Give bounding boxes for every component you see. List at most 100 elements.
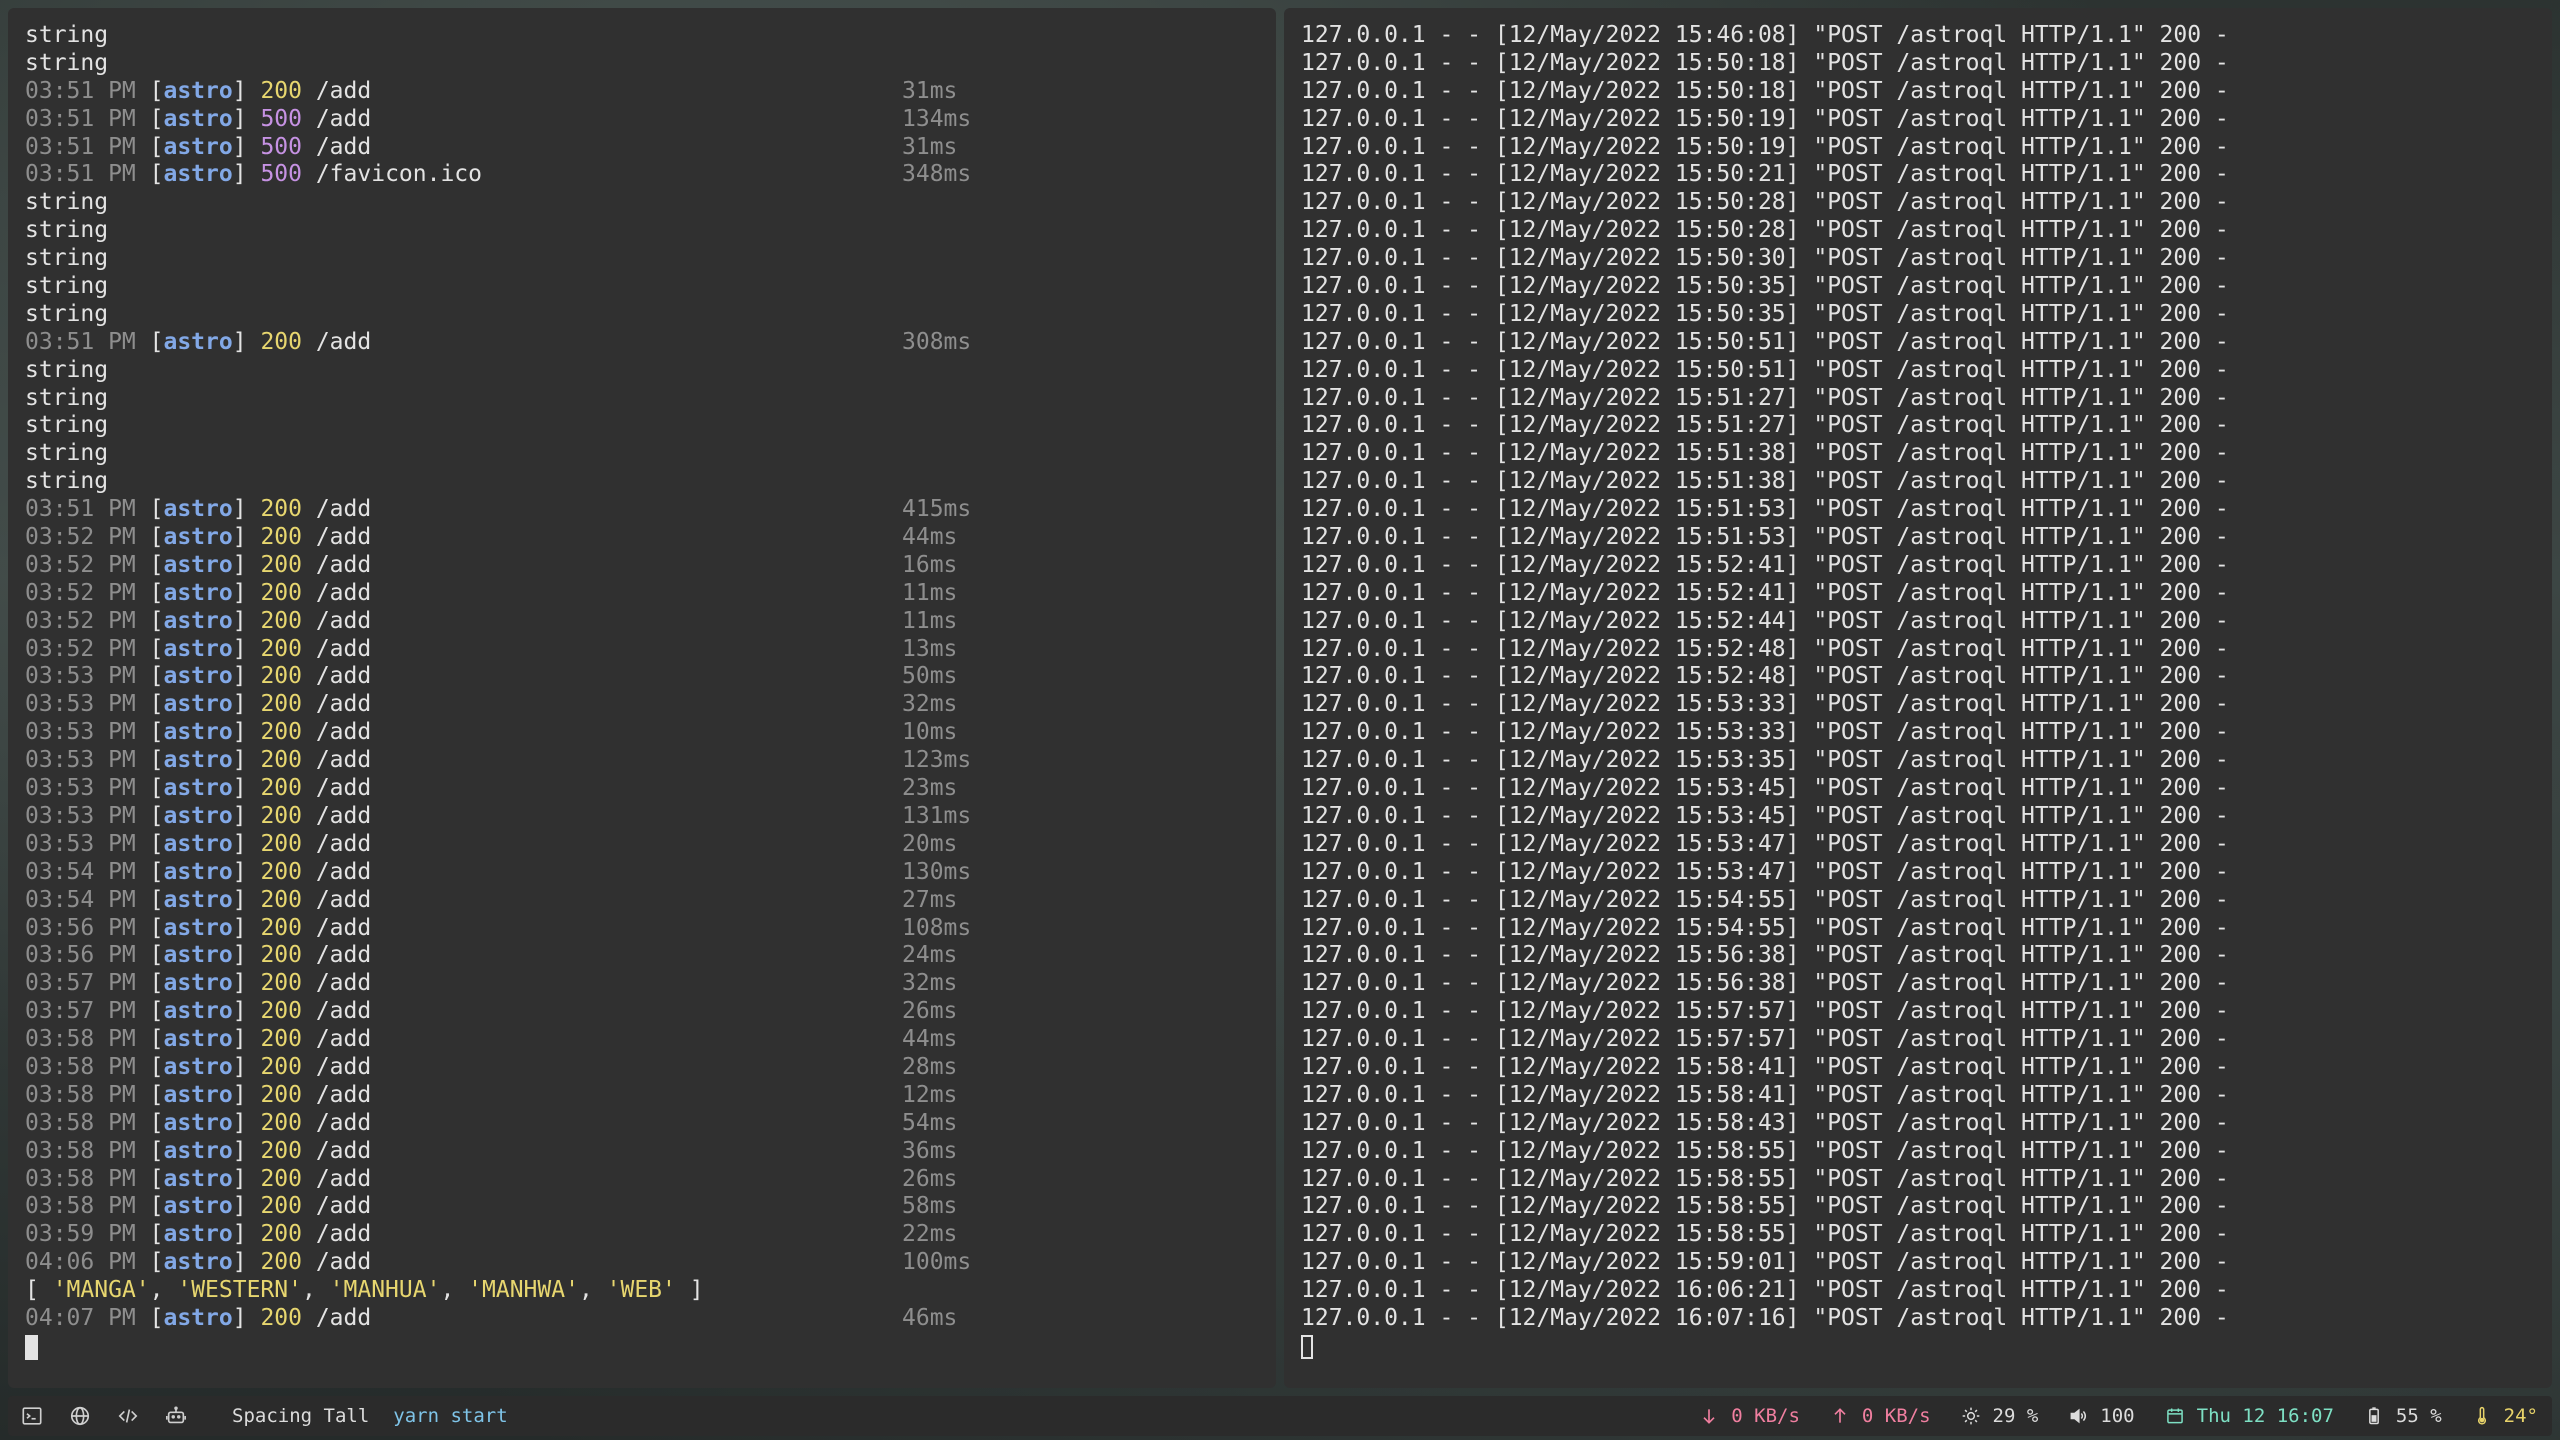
bracket: ] xyxy=(232,970,261,997)
access-log-line: 127.0.0.1 - - [12/May/2022 15:59:01] "PO… xyxy=(1301,1249,2229,1276)
volume[interactable]: 100 xyxy=(2068,1405,2135,1427)
terminal-icon[interactable] xyxy=(8,1396,56,1436)
access-log-line: 127.0.0.1 - - [12/May/2022 15:57:57] "PO… xyxy=(1301,1026,2229,1053)
focused-window-title: yarn start xyxy=(393,1405,508,1427)
log-status: 200 xyxy=(260,691,302,718)
access-log-line: 127.0.0.1 - - [12/May/2022 15:52:44] "PO… xyxy=(1301,607,2229,634)
access-log-line: 127.0.0.1 - - [12/May/2022 15:50:35] "PO… xyxy=(1301,300,2229,327)
access-log-line: 127.0.0.1 - - [12/May/2022 15:58:55] "PO… xyxy=(1301,1165,2229,1192)
request-log-line: 03:51 PM [astro] 200 /add 31ms xyxy=(25,78,1276,106)
log-status: 200 xyxy=(260,1137,302,1164)
bracket: [ xyxy=(135,830,164,857)
output-text: string xyxy=(25,468,109,495)
log-status: 200 xyxy=(260,1165,302,1192)
left-prompt-line[interactable] xyxy=(25,1333,1276,1361)
log-status: 200 xyxy=(260,886,302,913)
volume-level: 100 xyxy=(2100,1405,2135,1427)
log-status: 200 xyxy=(260,496,302,523)
bracket: [ xyxy=(135,524,164,551)
bracket: [ xyxy=(135,1081,164,1108)
output-text: string xyxy=(25,412,109,439)
log-path: /add xyxy=(301,719,372,746)
separator: ] xyxy=(675,1277,704,1304)
request-log-line: 03:58 PM [astro] 200 /add 54ms xyxy=(25,1110,1276,1138)
log-time: 03:58 PM xyxy=(25,1193,136,1220)
output-text: string xyxy=(25,300,109,327)
request-log-line: 03:52 PM [astro] 200 /add 11ms xyxy=(25,608,1276,636)
log-path: /add xyxy=(301,886,372,913)
bracket: [ xyxy=(25,1277,53,1304)
right-terminal-pane[interactable]: 127.0.0.1 - - [12/May/2022 15:46:08] "PO… xyxy=(1284,8,2552,1388)
right-prompt-line[interactable] xyxy=(1301,1333,2552,1361)
bracket: [ xyxy=(135,747,164,774)
output-text: string xyxy=(25,245,109,272)
bracket: [ xyxy=(135,579,164,606)
request-log-line: 03:58 PM [astro] 200 /add 26ms xyxy=(25,1166,1276,1194)
output-text: string xyxy=(25,217,109,244)
output-line: string xyxy=(25,245,1276,273)
log-tag: astro xyxy=(163,886,233,913)
access-log-line: 127.0.0.1 - - [12/May/2022 15:53:47] "PO… xyxy=(1301,830,2229,857)
request-log-line: 03:57 PM [astro] 200 /add 26ms xyxy=(25,998,1276,1026)
request-log-line: 03:56 PM [astro] 200 /add 108ms xyxy=(25,915,1276,943)
log-duration: 31ms xyxy=(902,77,958,104)
robot-icon[interactable] xyxy=(152,1396,200,1436)
bracket: [ xyxy=(135,1193,164,1220)
access-log-line: 127.0.0.1 - - [12/May/2022 15:54:55] "PO… xyxy=(1301,914,2229,941)
bracket: [ xyxy=(135,161,164,188)
request-log-line: 03:57 PM [astro] 200 /add 32ms xyxy=(25,970,1276,998)
bracket: [ xyxy=(135,802,164,829)
bracket: ] xyxy=(232,858,261,885)
log-status: 200 xyxy=(260,328,302,355)
access-log-line: 127.0.0.1 - - [12/May/2022 15:50:19] "PO… xyxy=(1301,105,2229,132)
log-time: 03:53 PM xyxy=(25,802,136,829)
bracket: ] xyxy=(232,719,261,746)
log-time: 03:54 PM xyxy=(25,858,136,885)
globe-icon[interactable] xyxy=(56,1396,104,1436)
request-log-line: 03:56 PM [astro] 200 /add 24ms xyxy=(25,942,1276,970)
log-tag: astro xyxy=(163,1193,233,1220)
code-icon[interactable] xyxy=(104,1396,152,1436)
log-status: 200 xyxy=(260,858,302,885)
request-log-line: 03:52 PM [astro] 200 /add 13ms xyxy=(25,636,1276,664)
log-time: 03:51 PM xyxy=(25,133,136,160)
log-tag: astro xyxy=(163,691,233,718)
bracket: [ xyxy=(135,719,164,746)
request-log-line: 03:53 PM [astro] 200 /add 32ms xyxy=(25,691,1276,719)
log-time: 03:51 PM xyxy=(25,105,136,132)
log-tag: astro xyxy=(163,496,233,523)
output-line: string xyxy=(25,468,1276,496)
bracket: ] xyxy=(232,551,261,578)
log-time: 04:06 PM xyxy=(25,1249,136,1276)
log-time: 03:51 PM xyxy=(25,77,136,104)
log-path: /add xyxy=(301,1081,372,1108)
layout-name[interactable]: Spacing Tall xyxy=(232,1405,369,1427)
access-log-line: 127.0.0.1 - - [12/May/2022 15:58:43] "PO… xyxy=(1301,1109,2229,1136)
clock[interactable]: Thu 12 16:07 xyxy=(2165,1405,2334,1427)
log-path: /add xyxy=(301,579,372,606)
log-tag: astro xyxy=(163,1137,233,1164)
bracket: ] xyxy=(232,77,261,104)
bracket: ] xyxy=(232,747,261,774)
access-log-line: 127.0.0.1 - - [12/May/2022 15:53:45] "PO… xyxy=(1301,802,2229,829)
access-log-line: 127.0.0.1 - - [12/May/2022 15:53:45] "PO… xyxy=(1301,775,2229,802)
log-time: 03:57 PM xyxy=(25,998,136,1025)
access-log-line: 127.0.0.1 - - [12/May/2022 15:51:38] "PO… xyxy=(1301,468,2229,495)
log-path: /add xyxy=(301,496,372,523)
log-duration: 44ms xyxy=(902,524,958,551)
bracket: ] xyxy=(232,524,261,551)
bracket: ] xyxy=(232,635,261,662)
left-terminal-pane[interactable]: string string 03:51 PM [astro] 200 /add 31m… xyxy=(8,8,1276,1388)
log-status: 200 xyxy=(260,1109,302,1136)
bracket: ] xyxy=(232,691,261,718)
log-path: /add xyxy=(301,1249,372,1276)
log-tag: astro xyxy=(163,663,233,690)
bracket: [ xyxy=(135,328,164,355)
log-time: 04:07 PM xyxy=(25,1304,136,1331)
status-bar: Spacing Tall yarn start 0 KB/s 0 KB/s 29… xyxy=(8,1396,2552,1436)
upload-speed: 0 KB/s xyxy=(1861,1405,1931,1427)
log-time: 03:58 PM xyxy=(25,1165,136,1192)
bracket: ] xyxy=(232,1081,261,1108)
access-log-line: 127.0.0.1 - - [12/May/2022 15:53:47] "PO… xyxy=(1301,858,2229,885)
access-log-line: 127.0.0.1 - - [12/May/2022 15:50:18] "PO… xyxy=(1301,49,2229,76)
